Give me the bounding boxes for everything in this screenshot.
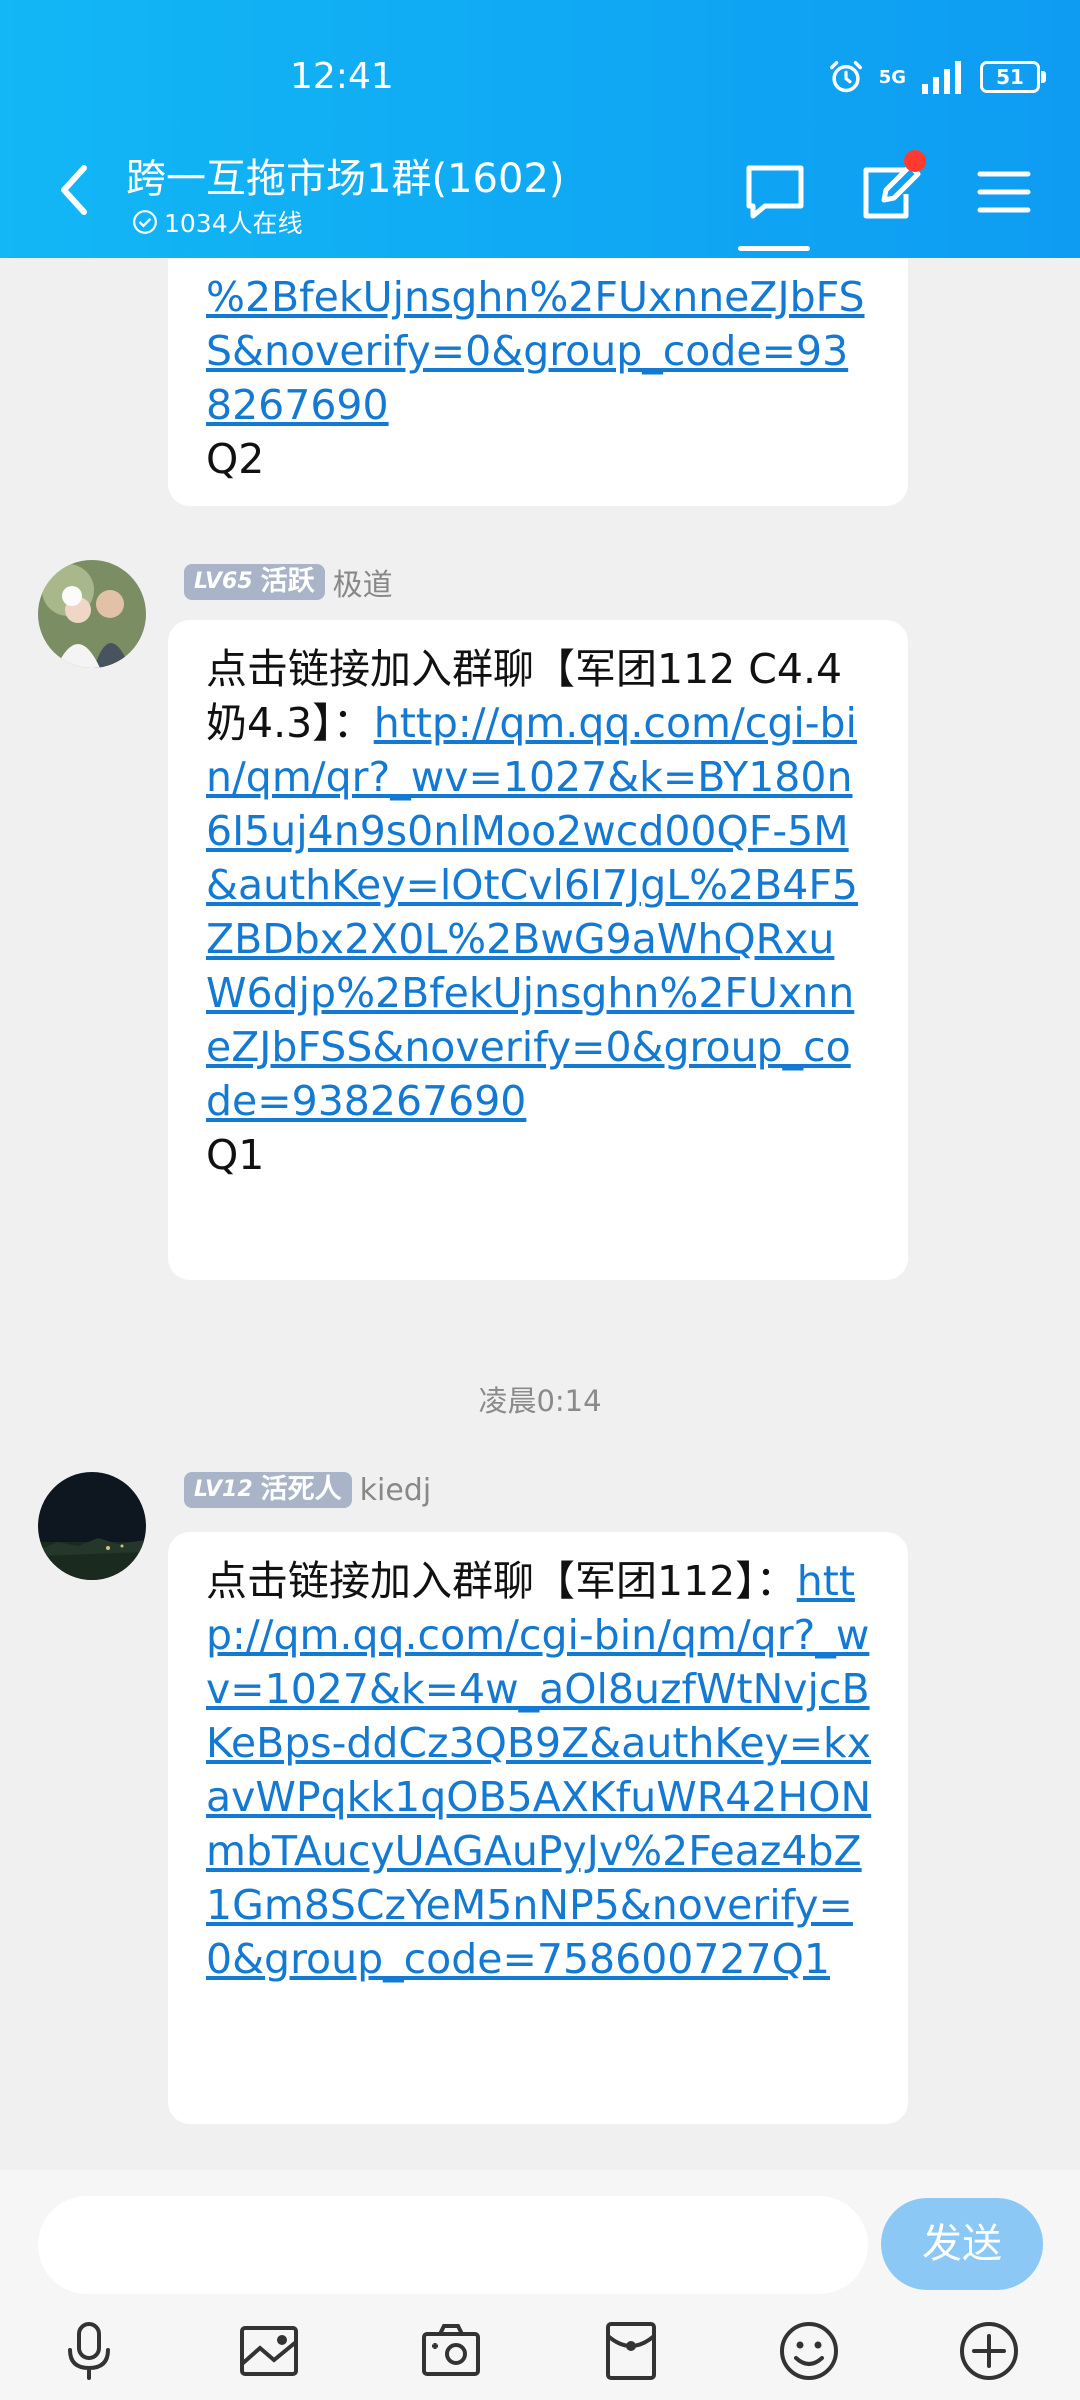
signal-icon (922, 61, 961, 94)
red-packet-icon[interactable] (598, 2318, 664, 2384)
message-link[interactable]: %2BfekUjnsghn%2FUxnneZJbFSS&noverify=0&g… (206, 273, 865, 429)
microphone-icon[interactable] (56, 2318, 122, 2384)
sender-info: LV12 活死人 kiedj (184, 1472, 431, 1508)
message-bubble[interactable]: 点击链接加入群聊【军团112】：http://qm.qq.com/cgi-bin… (168, 1532, 908, 2124)
member-badge: LV12 活死人 (184, 1472, 352, 1508)
member-badge: LV65 活跃 (184, 564, 325, 600)
message-suffix: Q1 (206, 1131, 265, 1179)
sender-nickname[interactable]: 极道 (333, 560, 393, 604)
avatar-photo-icon (38, 560, 146, 668)
avatar-night-icon (38, 1472, 146, 1580)
chat-header: 12:41 5G 51 跨一互拖市场1群(1602) 1034人在线 (0, 0, 1080, 258)
input-bar: 发送 (0, 2170, 1080, 2400)
image-icon[interactable] (236, 2318, 302, 2384)
member-title: 活死人 (260, 1474, 342, 1505)
avatar[interactable] (38, 560, 146, 668)
status-icons: 5G 51 (827, 58, 1046, 96)
online-count: 1034人在线 (164, 209, 303, 238)
sender-info: LV65 活跃 极道 (184, 560, 393, 604)
message-bubble[interactable]: %2BfekUjnsghn%2FUxnneZJbFSS&noverify=0&g… (168, 258, 908, 506)
alarm-icon (829, 61, 862, 93)
emoji-icon[interactable] (776, 2318, 842, 2384)
back-icon[interactable] (52, 162, 96, 218)
message-bubble[interactable]: 点击链接加入群聊【军团112 C4.4 奶4.3】：http://qm.qq.c… (168, 620, 908, 1280)
menu-icon[interactable] (972, 160, 1036, 224)
avatar[interactable] (38, 1472, 146, 1580)
chat-tab-icon[interactable] (743, 160, 807, 224)
level-label: LV65 (194, 569, 253, 594)
notification-dot (904, 150, 926, 172)
battery-icon: 51 (980, 61, 1046, 93)
message-text: 点击链接加入群聊【军团112】： (206, 1557, 797, 1605)
edit-button[interactable] (858, 150, 926, 224)
tab-indicator (738, 246, 810, 251)
group-title[interactable]: 跨一互拖市场1群(1602) (126, 146, 564, 204)
send-button[interactable]: 发送 (881, 2198, 1043, 2290)
network-label: 5G (878, 66, 906, 88)
sender-nickname[interactable]: kiedj (360, 1473, 432, 1508)
camera-icon[interactable] (418, 2318, 484, 2384)
message-link[interactable]: http://qm.qq.com/cgi-bin/qm/qr?_wv=1027&… (206, 1557, 871, 1983)
status-time: 12:41 (290, 56, 394, 97)
message-link[interactable]: http://qm.qq.com/cgi-bin/qm/qr?_wv=1027&… (206, 699, 858, 1125)
check-circle-icon (133, 210, 157, 234)
level-label: LV12 (194, 1477, 253, 1502)
chat-area[interactable]: %2BfekUjnsghn%2FUxnneZJbFSS&noverify=0&g… (0, 258, 1080, 2170)
message-input[interactable] (38, 2196, 868, 2294)
time-separator: 凌晨0:14 (478, 1384, 602, 1418)
online-status: 1034人在线 (132, 204, 303, 240)
message-suffix: Q2 (206, 435, 265, 483)
plus-icon[interactable] (956, 2318, 1022, 2384)
member-title: 活跃 (260, 566, 315, 597)
